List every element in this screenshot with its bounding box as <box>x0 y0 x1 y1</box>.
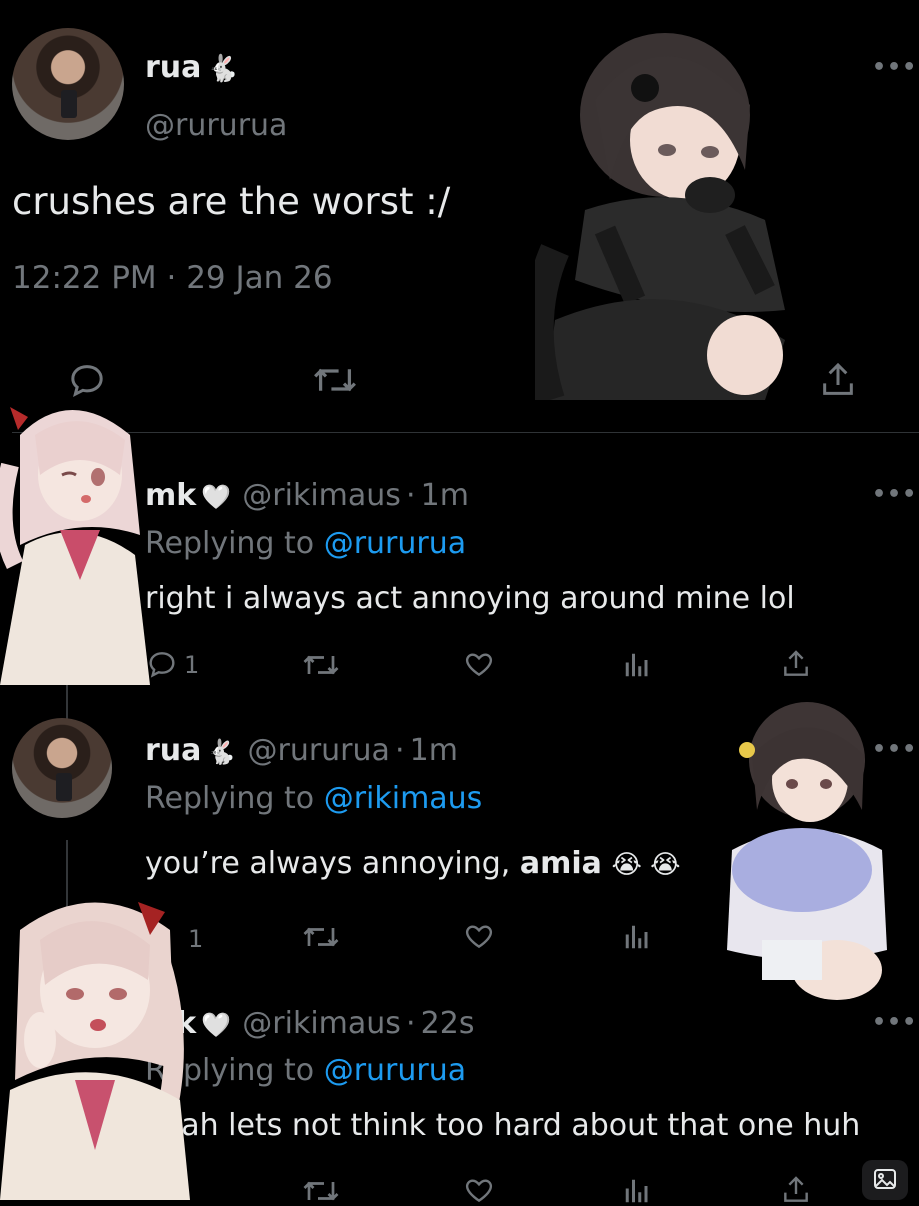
anime-girl-dark-hair-pillow-sticker <box>727 702 887 1000</box>
mention-link[interactable]: @rikimaus <box>324 781 483 816</box>
anime-girl-pink-hair-winking-sticker <box>0 407 150 685</box>
phone-in-photo <box>56 773 72 801</box>
avatar[interactable] <box>12 28 124 140</box>
mention-link[interactable]: @rururua <box>324 1053 466 1088</box>
more-horizontal-icon[interactable]: ••• <box>872 482 917 507</box>
replying-to: Replying to @rururua <box>145 1053 467 1088</box>
white-heart-emoji: 🤍 <box>201 1011 232 1039</box>
reply-header[interactable]: rua 🐇 @rururua · 1m <box>145 733 458 768</box>
phone-in-photo <box>61 89 78 118</box>
reply-header[interactable]: mk 🤍 @rikimaus · 1m <box>145 478 469 513</box>
reply-text: you’re always annoying, amia 😭 😭 <box>145 846 681 881</box>
author-handle[interactable]: @rururua <box>145 108 287 143</box>
tweet-timestamp[interactable]: 12:22 PM · 29 Jan 26 <box>12 260 333 296</box>
tweet-text: crushes are the worst :/ <box>12 180 451 223</box>
retweet-icon[interactable] <box>302 1176 340 1206</box>
divider <box>12 432 919 433</box>
reply-icon[interactable] <box>66 360 108 400</box>
retweet-icon[interactable] <box>302 922 340 952</box>
image-edit-icon[interactable] <box>862 1160 908 1200</box>
reply-text: yeah lets not think too hard about that … <box>145 1108 861 1143</box>
thread-line <box>66 600 68 725</box>
reply-text: right i always act annoying around mine … <box>145 581 795 616</box>
replying-to: Replying to @rururua <box>145 526 467 561</box>
like-icon[interactable] <box>462 1174 496 1206</box>
reply-count: 1 <box>188 925 204 953</box>
white-heart-emoji: 🤍 <box>201 483 232 511</box>
analytics-icon[interactable] <box>622 922 652 952</box>
mention-link[interactable]: @rururua <box>324 526 466 561</box>
reply-count: 1 <box>184 651 200 679</box>
retweet-icon[interactable] <box>302 650 340 680</box>
like-icon[interactable] <box>462 920 496 952</box>
reply-header[interactable]: mk 🤍 @rikimaus · 22s <box>145 1006 474 1041</box>
anime-girl-dark-hair-sitting-sticker <box>535 33 785 400</box>
thread-line <box>66 840 68 1000</box>
replying-to: Replying to @rikimaus <box>145 781 483 816</box>
rabbit-emoji: 🐇 <box>206 738 237 766</box>
anime-girl-pink-hair-crying-sticker <box>0 902 190 1200</box>
more-horizontal-icon[interactable]: ••• <box>872 737 917 762</box>
share-icon[interactable] <box>780 1174 812 1206</box>
more-horizontal-icon[interactable]: ••• <box>872 1010 917 1035</box>
analytics-icon[interactable] <box>622 1176 652 1206</box>
rabbit-emoji: 🐇 <box>206 54 239 84</box>
author-name[interactable]: rua 🐇 <box>145 50 239 85</box>
like-icon[interactable] <box>462 648 496 680</box>
share-icon[interactable] <box>780 648 812 680</box>
analytics-icon[interactable] <box>622 650 652 680</box>
reply-icon[interactable] <box>145 648 179 680</box>
loudly-crying-emoji: 😭 😭 <box>611 850 681 880</box>
avatar[interactable] <box>12 718 112 818</box>
retweet-icon[interactable] <box>312 362 358 398</box>
share-icon[interactable] <box>818 360 858 400</box>
more-horizontal-icon[interactable]: ••• <box>872 55 917 80</box>
